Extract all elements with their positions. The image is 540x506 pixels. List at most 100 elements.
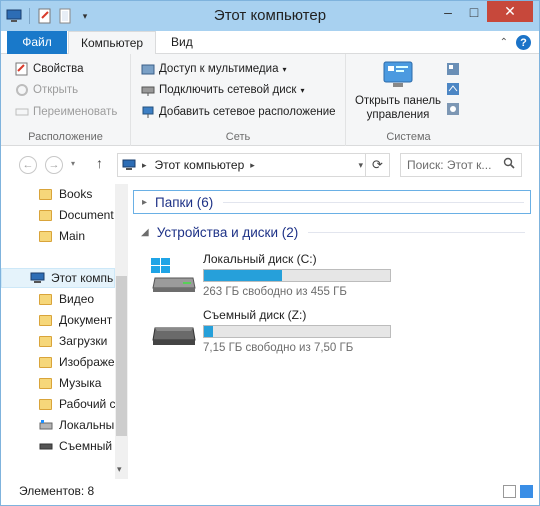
breadcrumb-chevron-icon[interactable]: ▸: [250, 160, 255, 171]
nav-item-label: Съемный: [59, 439, 113, 453]
nav-item-pictures[interactable]: Изображе: [39, 352, 115, 372]
control-panel-label-2: управления: [366, 109, 430, 121]
address-bar[interactable]: ▸ Этот компьютер ▸ ▾ ⟳: [117, 153, 390, 177]
forward-button[interactable]: →: [45, 156, 63, 174]
devices-group-header[interactable]: ◢ Устройства и диски (2): [133, 220, 531, 244]
nav-item-label: Этот компь: [51, 271, 114, 285]
nav-item-documents[interactable]: Document: [39, 205, 114, 225]
control-panel-button[interactable]: Открыть панель управления: [352, 60, 444, 122]
group-divider: [223, 201, 524, 203]
navigation-bar: ← → ▾ ↑ ▸ Этот компьютер ▸ ▾ ⟳ Поиск: Эт…: [1, 146, 539, 184]
rename-button[interactable]: Переименовать: [15, 105, 117, 119]
nav-item-removable-disk[interactable]: Съемный: [39, 436, 112, 456]
drive-name: Съемный диск (Z:): [203, 308, 307, 322]
folder-icon: [39, 209, 52, 221]
search-icon[interactable]: [503, 157, 515, 172]
drive-tile-z[interactable]: Съемный диск (Z:) 7,15 ГБ свободно из 7,…: [149, 308, 399, 358]
nav-item-label: Музыка: [59, 376, 102, 390]
nav-item-main[interactable]: Main: [39, 226, 85, 246]
breadcrumb-chevron-icon[interactable]: ▸: [142, 160, 147, 171]
chevron-down-icon: ▾: [300, 85, 305, 95]
tab-computer[interactable]: Компьютер: [68, 31, 157, 55]
nav-item-label: Рабочий с: [59, 397, 116, 411]
window-controls: – □ ✕: [435, 1, 533, 22]
recent-locations-icon[interactable]: ▾: [71, 159, 75, 168]
nav-item-label: Видео: [59, 292, 95, 306]
status-bar: Элементов: 8: [1, 479, 539, 505]
pictures-folder-icon: [39, 356, 52, 368]
ribbon-tabs: Файл Компьютер Вид ⌃ ?: [1, 31, 539, 55]
map-drive-label: Подключить сетевой диск: [159, 84, 297, 96]
nav-item-books[interactable]: Books: [39, 184, 92, 204]
add-network-location-label: Добавить сетевое расположение: [159, 106, 336, 118]
drive-tile-c[interactable]: Локальный диск (C:) 263 ГБ свободно из 4…: [149, 252, 399, 302]
open-button[interactable]: Открыть: [15, 83, 78, 97]
scroll-down-icon[interactable]: ▾: [117, 464, 122, 475]
control-panel-label-1: Открыть панель: [354, 95, 442, 107]
nav-item-desktop[interactable]: Рабочий с: [39, 394, 116, 414]
breadcrumb[interactable]: Этот компьютер: [155, 158, 245, 172]
large-icons-view-icon[interactable]: [520, 485, 533, 498]
ribbon-controls: ⌃ ?: [500, 35, 531, 50]
nav-item-label: Локальны: [59, 418, 115, 432]
drive-free-space: 263 ГБ свободно из 455 ГБ: [203, 286, 347, 298]
map-drive-button[interactable]: Подключить сетевой диск ▾: [141, 83, 304, 97]
nav-item-this-pc[interactable]: Этот компь: [1, 268, 115, 288]
properties-button[interactable]: Свойства: [15, 62, 84, 76]
nav-item-videos[interactable]: Видео: [39, 289, 94, 309]
nav-item-label: Документ: [59, 313, 113, 327]
devices-group-label: Устройства и диски (2): [156, 224, 299, 240]
local-disk-icon: [39, 420, 53, 430]
folder-icon: [39, 188, 52, 200]
media-icon: [141, 64, 155, 75]
rename-label: Переименовать: [33, 106, 118, 118]
videos-folder-icon: [39, 293, 52, 305]
back-button[interactable]: ←: [19, 156, 37, 174]
minimize-button[interactable]: –: [435, 1, 461, 22]
nav-item-local-disk[interactable]: Локальны: [39, 415, 114, 435]
collapse-chevron-icon[interactable]: ◢: [141, 227, 149, 238]
drive-name: Локальный диск (C:): [203, 252, 317, 266]
media-access-label: Доступ к мультимедиа: [159, 63, 279, 75]
tab-view[interactable]: Вид: [159, 31, 205, 54]
nav-item-label: Main: [59, 229, 86, 243]
nav-item-label: Document: [59, 208, 114, 222]
group-divider: [308, 231, 525, 233]
manage-icon[interactable]: [446, 102, 460, 116]
nav-item-music[interactable]: Музыка: [39, 373, 101, 393]
group-label-network: Сеть: [225, 131, 251, 143]
add-network-location-button[interactable]: Добавить сетевое расположение: [141, 105, 336, 119]
content-pane: ▸ Папки (6) ◢ Устройства и диски (2) Лок…: [129, 184, 539, 479]
folder-icon: [39, 230, 52, 242]
help-icon[interactable]: ?: [516, 35, 531, 50]
details-view-icon[interactable]: [503, 485, 516, 498]
system-properties-icon[interactable]: [446, 82, 460, 96]
documents-folder-icon: [39, 314, 52, 326]
tab-file[interactable]: Файл: [7, 31, 67, 54]
items-count: Элементов: 8: [19, 484, 95, 498]
downloads-folder-icon: [39, 335, 52, 347]
folders-group-header[interactable]: ▸ Папки (6): [133, 190, 531, 214]
collapse-ribbon-icon[interactable]: ⌃: [500, 37, 508, 48]
nav-item-documents-lib[interactable]: Документ: [39, 310, 112, 330]
address-dropdown-icon[interactable]: ▾: [358, 160, 363, 171]
close-button[interactable]: ✕: [487, 1, 533, 22]
drive-usage-fill: [204, 270, 283, 281]
maximize-button[interactable]: □: [461, 1, 487, 22]
refresh-button[interactable]: ⟳: [365, 154, 389, 176]
nav-item-downloads[interactable]: Загрузки: [39, 331, 107, 351]
computer-icon: [30, 272, 45, 283]
ribbon: Свойства Открыть Переименовать Расположе…: [1, 54, 539, 146]
uninstall-icon[interactable]: [446, 62, 460, 76]
search-input[interactable]: Поиск: Этот к...: [400, 153, 522, 177]
nav-pane-scrollbar[interactable]: ▾: [115, 184, 128, 479]
nav-item-label: Загрузки: [59, 334, 108, 348]
network-location-icon: [142, 106, 154, 118]
ribbon-group-system: Открыть панель управления Система: [346, 54, 471, 146]
group-label-location: Расположение: [28, 131, 103, 143]
up-button[interactable]: ↑: [96, 155, 103, 171]
scrollbar-thumb[interactable]: [116, 276, 127, 436]
expand-chevron-icon[interactable]: ▸: [142, 197, 147, 208]
media-access-button[interactable]: Доступ к мультимедиа ▾: [141, 62, 286, 76]
desktop-folder-icon: [39, 398, 52, 410]
